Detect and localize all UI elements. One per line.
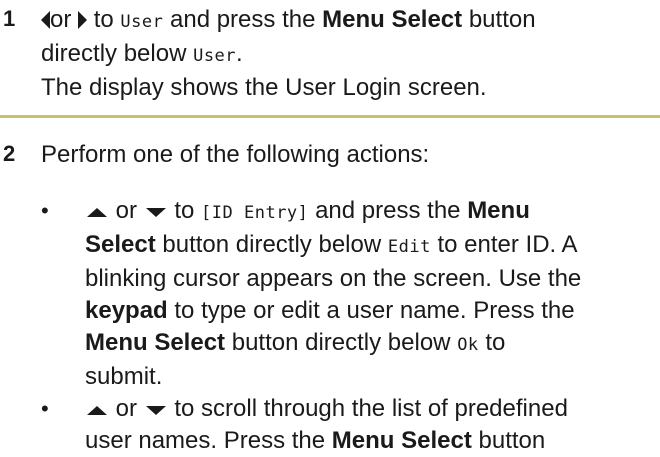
button-word: button	[478, 427, 546, 454]
menu-select-label: Menu Select	[322, 6, 463, 33]
or-word: or	[115, 395, 138, 422]
bullet-2-text: or to scroll through the list of predefi…	[85, 393, 652, 457]
or-word: or	[50, 6, 72, 33]
bullet-1-line-3: blinking cursor appears on the screen. U…	[85, 265, 582, 292]
step-1-line-2: directly below User.	[41, 38, 652, 72]
below-text: button directly below	[231, 329, 451, 356]
to-word: to	[174, 197, 195, 224]
bullet-2-line-2: user names. Press the Menu Select button	[85, 425, 652, 457]
bullet-1-line-2: Select button directly below Edit to ent…	[85, 229, 652, 263]
up-arrow-icon	[87, 405, 107, 415]
menu-select-label: Menu Select	[85, 329, 226, 356]
left-arrow-icon	[41, 11, 50, 29]
step-2-intro: Perform one of the following actions:	[41, 141, 430, 168]
bullet-1-line-6: submit.	[85, 363, 163, 390]
below-text: button directly below	[162, 231, 382, 258]
menu-select-label: Menu Select	[331, 427, 472, 454]
keypad-label: keypad	[85, 297, 168, 324]
press-text: and press the	[170, 6, 316, 33]
type-edit-text: to type or edit a user name. Press the	[174, 297, 575, 324]
instruction-page: 1 or to User and press the Menu Select b…	[0, 0, 660, 454]
section-divider	[0, 115, 660, 118]
step-1-line-3: The display shows the User Login screen.	[41, 74, 487, 101]
bullet-1-text: or to [ID Entry] and press the Menu Sele…	[85, 195, 652, 393]
select-label: Select	[85, 231, 156, 258]
right-arrow-icon	[78, 11, 88, 29]
down-arrow-icon	[145, 207, 166, 217]
menu-label: Menu	[467, 197, 530, 224]
bullet-1-line-5: Menu Select button directly below Ok to	[85, 327, 652, 361]
bullet-1-line-4: keypad to type or edit a user name. Pres…	[85, 295, 652, 327]
bullet-2-line-1: or to scroll through the list of predefi…	[85, 393, 652, 425]
period: .	[236, 40, 243, 67]
step-number: 2	[3, 141, 16, 166]
press-text: and press the	[315, 197, 461, 224]
screen-text-ok: Ok	[457, 335, 479, 355]
screen-text-id-entry: [ID Entry]	[201, 203, 309, 223]
bullet-1-line-1: or to [ID Entry] and press the Menu	[85, 195, 652, 229]
screen-text-user-2: User	[193, 46, 237, 66]
screen-text-edit: Edit	[387, 237, 431, 257]
to-word: to	[93, 6, 114, 33]
directly-below-text: directly below	[41, 40, 187, 67]
bullet-dot: •	[41, 198, 49, 223]
step-1-line-1: or to User and press the Menu Select but…	[41, 4, 652, 38]
bullet-dot: •	[41, 396, 49, 421]
screen-text-user: User	[120, 12, 164, 32]
step-number: 1	[3, 6, 16, 31]
to-word: to	[485, 329, 506, 356]
user-names-text: user names. Press the	[85, 427, 326, 454]
step-1-text: or to User and press the Menu Select but…	[41, 4, 652, 104]
button-word: button	[468, 6, 536, 33]
or-word: or	[115, 197, 138, 224]
up-arrow-icon	[87, 207, 107, 217]
scroll-text: to scroll through the list of predefined	[174, 395, 568, 422]
down-arrow-icon	[145, 405, 166, 415]
enter-id-text: to enter ID. A	[437, 231, 578, 258]
